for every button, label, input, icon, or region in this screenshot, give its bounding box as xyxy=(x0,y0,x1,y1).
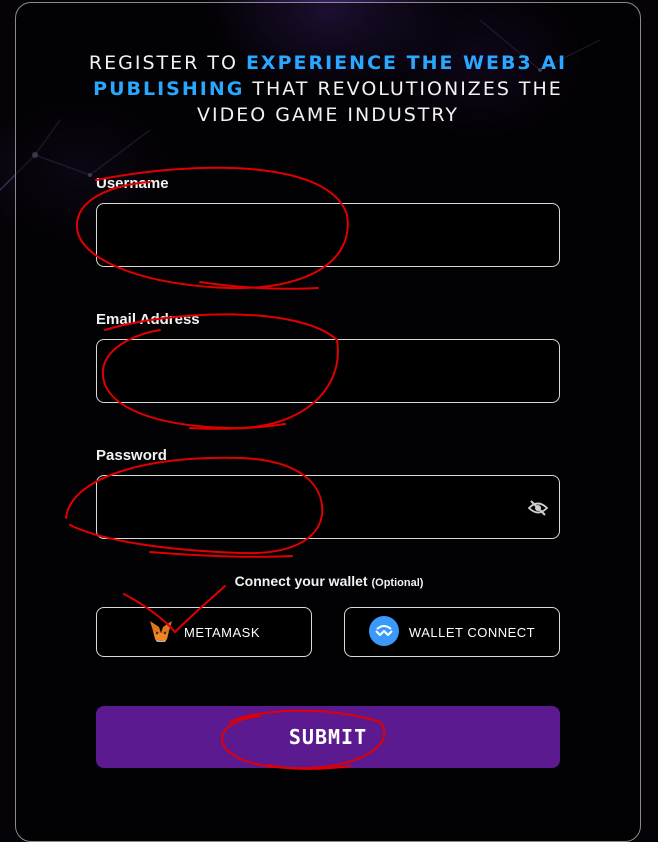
heading-text-end: THAT REVOLUTIONIZES THE VIDEO GAME INDUS… xyxy=(196,78,563,126)
eye-off-icon[interactable] xyxy=(527,498,549,518)
wallet-label: Connect your wallet (Optional) xyxy=(0,573,658,589)
metamask-fox-icon xyxy=(148,619,174,646)
walletconnect-button[interactable]: WALLET CONNECT xyxy=(344,607,560,657)
metamask-button[interactable]: METAMASK xyxy=(96,607,312,657)
submit-button[interactable]: SUBMIT xyxy=(96,706,560,768)
password-input[interactable] xyxy=(97,476,559,538)
password-label: Password xyxy=(96,447,167,464)
walletconnect-icon xyxy=(368,615,399,649)
email-input[interactable] xyxy=(97,340,559,402)
email-label: Email Address xyxy=(96,311,200,328)
metamask-label: METAMASK xyxy=(184,624,260,640)
username-input[interactable] xyxy=(97,204,559,266)
wallet-label-text: Connect your wallet xyxy=(234,573,368,589)
heading-text-start: REGISTER TO xyxy=(88,52,246,74)
page-heading: REGISTER TO EXPERIENCE THE WEB3 AI PUBLI… xyxy=(60,50,596,128)
username-field xyxy=(96,203,560,267)
wallet-optional-text: (Optional) xyxy=(371,577,424,589)
email-field xyxy=(96,339,560,403)
username-label: Username xyxy=(96,175,169,192)
password-field xyxy=(96,475,560,539)
walletconnect-label: WALLET CONNECT xyxy=(408,624,536,640)
